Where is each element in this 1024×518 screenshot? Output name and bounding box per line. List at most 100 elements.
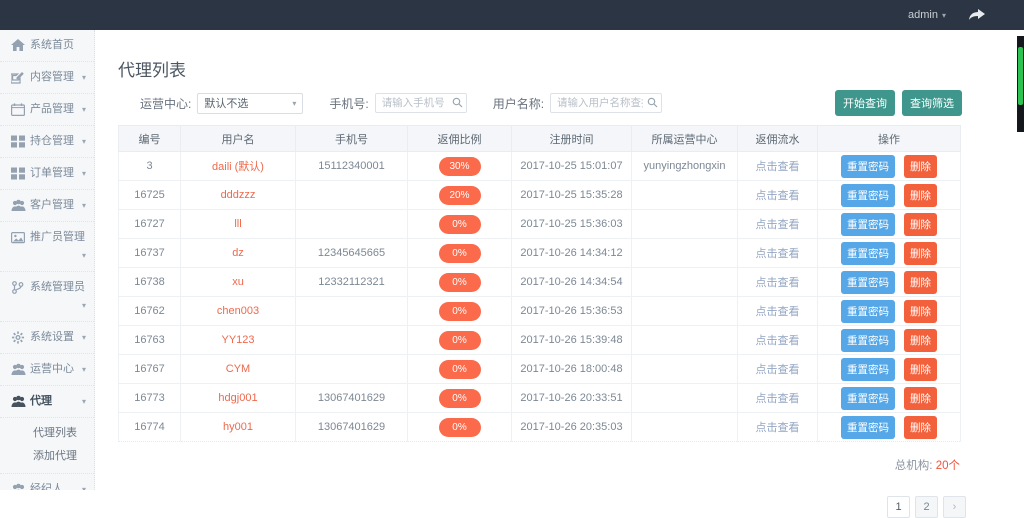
delete-button[interactable]: 删除 xyxy=(904,242,937,265)
cell-ratio: 0% xyxy=(408,210,512,239)
cell-ratio: 0% xyxy=(408,413,512,442)
reset-password-button[interactable]: 重置密码 xyxy=(841,213,895,236)
table-row: 16727 lll 0% 2017-10-25 15:36:03 点击查看 重置… xyxy=(119,210,961,239)
table-row: 16767 CYM 0% 2017-10-26 18:00:48 点击查看 重置… xyxy=(119,355,961,384)
reset-password-button[interactable]: 重置密码 xyxy=(841,184,895,207)
cell-actions: 重置密码 删除 xyxy=(818,210,961,239)
view-flow-link[interactable]: 点击查看 xyxy=(756,364,800,376)
users-icon xyxy=(11,483,25,490)
cell-username[interactable]: dddzzz xyxy=(181,181,296,210)
cell-ratio: 0% xyxy=(408,268,512,297)
view-flow-link[interactable]: 点击查看 xyxy=(756,219,800,231)
delete-button[interactable]: 删除 xyxy=(904,387,937,410)
col-actions: 操作 xyxy=(818,126,961,152)
view-flow-link[interactable]: 点击查看 xyxy=(756,190,800,202)
reset-password-button[interactable]: 重置密码 xyxy=(841,329,895,352)
sidebar-item-11[interactable]: 经纪人▾ xyxy=(0,474,94,490)
sidebar-subitem-0[interactable]: 代理列表 xyxy=(0,420,94,443)
reset-password-button[interactable]: 重置密码 xyxy=(841,416,895,439)
cell-flow: 点击查看 xyxy=(738,239,818,268)
sidebar-item-4[interactable]: 订单管理▾ xyxy=(0,158,94,190)
chevron-down-icon: ▾ xyxy=(942,11,946,20)
delete-button[interactable]: 删除 xyxy=(904,416,937,439)
phone-filter-label: 手机号: xyxy=(329,95,368,112)
cell-id: 16762 xyxy=(119,297,181,326)
cell-center xyxy=(632,210,738,239)
delete-button[interactable]: 删除 xyxy=(904,271,937,294)
cell-phone xyxy=(296,297,408,326)
sidebar-item-label: 系统首页 xyxy=(30,39,74,52)
username-input[interactable] xyxy=(550,93,662,113)
chevron-down-icon: ▾ xyxy=(292,99,296,108)
sidebar-item-label: 运营中心 xyxy=(30,363,74,376)
cell-flow: 点击查看 xyxy=(738,355,818,384)
pagination: 12› xyxy=(95,496,966,518)
delete-button[interactable]: 删除 xyxy=(904,329,937,352)
users-icon xyxy=(11,395,25,408)
cell-username[interactable]: hdgj001 xyxy=(181,384,296,413)
sidebar-subitem-1[interactable]: 添加代理 xyxy=(0,443,94,466)
cell-actions: 重置密码 删除 xyxy=(818,413,961,442)
sidebar-item-10[interactable]: 代理▾ xyxy=(0,386,94,418)
sidebar-item-6[interactable]: 推广员管理▾ xyxy=(0,222,94,272)
grid-icon xyxy=(11,167,25,180)
cell-username[interactable]: CYM xyxy=(181,355,296,384)
delete-button[interactable]: 删除 xyxy=(904,300,937,323)
view-flow-link[interactable]: 点击查看 xyxy=(756,393,800,405)
sidebar-item-8[interactable]: 系统设置▾ xyxy=(0,322,94,354)
sidebar-submenu: 代理列表添加代理 xyxy=(0,418,94,474)
page-button-1[interactable]: 1 xyxy=(887,496,910,518)
cell-username[interactable]: dz xyxy=(181,239,296,268)
sidebar-item-5[interactable]: 客户管理▾ xyxy=(0,190,94,222)
reset-password-button[interactable]: 重置密码 xyxy=(841,300,895,323)
logout-icon[interactable] xyxy=(968,8,986,22)
cell-username[interactable]: lll xyxy=(181,210,296,239)
start-query-button[interactable]: 开始查询 xyxy=(835,90,895,116)
scrollbar-thumb[interactable] xyxy=(1018,47,1023,105)
ratio-badge: 0% xyxy=(439,418,481,437)
sidebar-item-1[interactable]: 内容管理▾ xyxy=(0,62,94,94)
center-select[interactable]: 默认不选 ▾ xyxy=(197,93,303,114)
page-button-2[interactable]: 2 xyxy=(915,496,938,518)
view-flow-link[interactable]: 点击查看 xyxy=(756,277,800,289)
cell-username[interactable]: xu xyxy=(181,268,296,297)
cell-username[interactable]: chen003 xyxy=(181,297,296,326)
delete-button[interactable]: 删除 xyxy=(904,155,937,178)
delete-button[interactable]: 删除 xyxy=(904,213,937,236)
cell-register-time: 2017-10-25 15:36:03 xyxy=(512,210,632,239)
user-menu[interactable]: admin ▾ xyxy=(908,9,946,21)
reset-password-button[interactable]: 重置密码 xyxy=(841,242,895,265)
delete-button[interactable]: 删除 xyxy=(904,358,937,381)
cell-actions: 重置密码 删除 xyxy=(818,268,961,297)
reset-password-button[interactable]: 重置密码 xyxy=(841,387,895,410)
view-flow-link[interactable]: 点击查看 xyxy=(756,335,800,347)
view-flow-link[interactable]: 点击查看 xyxy=(756,422,800,434)
sidebar-item-7[interactable]: 系统管理员▾ xyxy=(0,272,94,322)
cell-register-time: 2017-10-26 15:39:48 xyxy=(512,326,632,355)
cell-center xyxy=(632,268,738,297)
reset-password-button[interactable]: 重置密码 xyxy=(841,358,895,381)
reset-password-button[interactable]: 重置密码 xyxy=(841,155,895,178)
reset-password-button[interactable]: 重置密码 xyxy=(841,271,895,294)
main-content: 代理列表 运营中心: 默认不选 ▾ 手机号: 用户名称: 开始查询 查询筛选 xyxy=(95,30,1024,490)
delete-button[interactable]: 删除 xyxy=(904,184,937,207)
view-flow-link[interactable]: 点击查看 xyxy=(756,161,800,173)
view-flow-link[interactable]: 点击查看 xyxy=(756,306,800,318)
sidebar-item-9[interactable]: 运营中心▾ xyxy=(0,354,94,386)
cell-username[interactable]: daili (默认) xyxy=(181,152,296,181)
cell-flow: 点击查看 xyxy=(738,413,818,442)
table-row: 3 daili (默认) 15112340001 30% 2017-10-25 … xyxy=(119,152,961,181)
cell-phone xyxy=(296,355,408,384)
query-filter-button[interactable]: 查询筛选 xyxy=(902,90,962,116)
sidebar-item-2[interactable]: 产品管理▾ xyxy=(0,94,94,126)
next-page-button[interactable]: › xyxy=(943,496,966,518)
view-flow-link[interactable]: 点击查看 xyxy=(756,248,800,260)
chevron-down-icon: ▾ xyxy=(82,199,90,212)
sidebar-item-3[interactable]: 持仓管理▾ xyxy=(0,126,94,158)
chevron-down-icon: ▾ xyxy=(82,167,90,180)
scrollbar-track[interactable] xyxy=(1017,36,1024,132)
cell-id: 16773 xyxy=(119,384,181,413)
sidebar-item-0[interactable]: 系统首页 xyxy=(0,30,94,62)
cell-username[interactable]: YY123 xyxy=(181,326,296,355)
cell-username[interactable]: hy001 xyxy=(181,413,296,442)
